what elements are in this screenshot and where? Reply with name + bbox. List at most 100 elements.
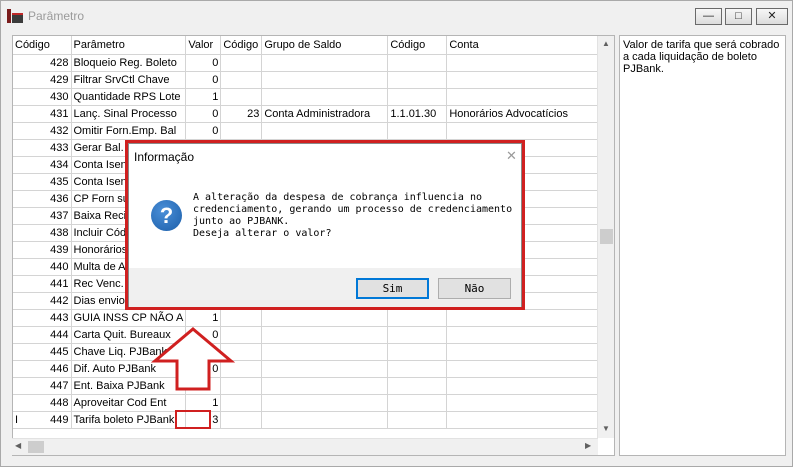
table-cell[interactable]: Conta Administradora — [261, 105, 389, 123]
table-cell[interactable] — [220, 71, 263, 89]
table-cell[interactable]: 443 — [13, 309, 72, 327]
scroll-left-icon[interactable]: ◀ — [15, 441, 21, 450]
table-cell[interactable] — [220, 309, 263, 327]
table-cell[interactable]: 446 — [13, 360, 72, 378]
table-row[interactable]: 428 Bloqueio Reg. Boleto 0 — [13, 54, 608, 72]
scroll-up-icon[interactable]: ▲ — [602, 39, 610, 48]
table-cell[interactable] — [446, 377, 608, 395]
minimize-button[interactable]: — — [695, 8, 722, 25]
table-row[interactable]: 432 Omitir Forn.Emp. Bal 0 — [13, 122, 608, 140]
table-cell[interactable]: 23 — [220, 105, 263, 123]
table-cell[interactable]: Honorários Advocatícios — [446, 105, 608, 123]
table-row[interactable]: 443 GUIA INSS CP NÃO A1 — [13, 309, 608, 327]
table-cell[interactable]: 429 — [13, 71, 72, 89]
table-cell[interactable] — [387, 54, 448, 72]
table-cell[interactable] — [446, 394, 608, 412]
dialog-close-icon[interactable]: ✕ — [506, 148, 517, 164]
table-cell[interactable]: 447 — [13, 377, 72, 395]
table-row[interactable]: 447 Ent. Baixa PJBank — [13, 377, 608, 395]
table-cell[interactable] — [446, 326, 608, 344]
table-cell[interactable]: 435 — [13, 173, 72, 191]
table-row[interactable]: 444 Carta Quit. Bureaux 0 — [13, 326, 608, 344]
table-cell[interactable] — [261, 88, 389, 106]
table-row[interactable]: 430 Quantidade RPS Lote 1 — [13, 88, 608, 106]
column-header-conta[interactable]: Conta — [446, 36, 608, 55]
table-cell[interactable]: 449 — [13, 411, 72, 429]
table-cell[interactable]: GUIA INSS CP NÃO A — [71, 309, 187, 327]
table-cell[interactable] — [387, 309, 448, 327]
table-cell[interactable]: 448 — [13, 394, 72, 412]
table-cell[interactable] — [261, 54, 389, 72]
table-cell[interactable]: 437 — [13, 207, 72, 225]
table-cell[interactable] — [387, 71, 448, 89]
column-header-valor[interactable]: Valor — [185, 36, 222, 55]
close-button[interactable]: ✕ — [756, 8, 788, 25]
column-header-codigo-conta[interactable]: Código — [387, 36, 448, 55]
scroll-down-icon[interactable]: ▼ — [602, 424, 610, 433]
table-cell[interactable]: Tarifa boleto PJBank — [71, 411, 187, 429]
table-cell[interactable]: 440 — [13, 258, 72, 276]
table-cell[interactable]: 431 — [13, 105, 72, 123]
table-row[interactable]: 431 Lanç. Sinal Processo 0 23 Conta Administ… — [13, 105, 608, 123]
table-cell[interactable] — [261, 326, 389, 344]
table-cell[interactable] — [220, 54, 263, 72]
column-header-parametro[interactable]: Parâmetro — [71, 36, 187, 55]
table-cell[interactable] — [387, 377, 448, 395]
table-cell[interactable]: 441 — [13, 275, 72, 293]
table-cell[interactable]: 0 — [185, 122, 222, 140]
table-cell[interactable] — [387, 326, 448, 344]
table-cell[interactable]: 430 — [13, 88, 72, 106]
table-row[interactable]: 446 Dif. Auto PJBank 0 — [13, 360, 608, 378]
table-cell[interactable]: 428 — [13, 54, 72, 72]
vertical-scroll-thumb[interactable] — [600, 229, 613, 244]
table-cell[interactable] — [387, 122, 448, 140]
table-cell[interactable]: 432 — [13, 122, 72, 140]
table-cell[interactable]: 438 — [13, 224, 72, 242]
table-cell[interactable] — [387, 360, 448, 378]
no-button[interactable]: Não — [438, 278, 511, 299]
table-cell[interactable]: 0 — [185, 54, 222, 72]
horizontal-scrollbar[interactable]: ◀ ▶ — [12, 438, 598, 455]
table-cell[interactable]: Omitir Forn.Emp. Bal — [71, 122, 187, 140]
column-header-grupo-saldo[interactable]: Grupo de Saldo — [261, 36, 389, 55]
vertical-scrollbar[interactable]: ▲ ▼ — [597, 36, 614, 438]
table-cell[interactable]: 445 — [13, 343, 72, 361]
table-cell[interactable] — [446, 54, 608, 72]
column-header-codigo[interactable]: Código — [13, 36, 72, 55]
table-cell[interactable]: Lanç. Sinal Processo — [71, 105, 187, 123]
table-row[interactable]: 448 Aproveitar Cod Ent 1 — [13, 394, 608, 412]
table-cell[interactable] — [261, 394, 389, 412]
table-cell[interactable]: Filtrar SrvCtl Chave — [71, 71, 187, 89]
table-cell[interactable]: Bloqueio Reg. Boleto — [71, 54, 187, 72]
table-cell[interactable]: 436 — [13, 190, 72, 208]
table-cell[interactable] — [220, 88, 263, 106]
table-cell[interactable]: Aproveitar Cod Ent — [71, 394, 187, 412]
table-cell[interactable]: 0 — [185, 105, 222, 123]
table-cell[interactable] — [387, 343, 448, 361]
table-cell[interactable] — [446, 411, 608, 429]
table-cell[interactable] — [261, 343, 389, 361]
column-header-codigo-grupo[interactable]: Código — [220, 36, 263, 55]
table-cell[interactable]: 433 — [13, 139, 72, 157]
table-row[interactable]: 449 Tarifa boleto PJBank 3 — [13, 411, 608, 429]
table-cell[interactable] — [446, 71, 608, 89]
table-cell[interactable] — [261, 122, 389, 140]
table-cell[interactable] — [261, 309, 389, 327]
scroll-right-icon[interactable]: ▶ — [585, 441, 591, 450]
table-cell[interactable] — [446, 360, 608, 378]
table-cell[interactable] — [261, 360, 389, 378]
table-row[interactable]: 445 Chave Liq. PJBank — [13, 343, 608, 361]
table-cell[interactable] — [261, 411, 389, 429]
table-cell[interactable] — [446, 343, 608, 361]
table-cell[interactable] — [446, 88, 608, 106]
maximize-button[interactable]: □ — [725, 8, 752, 25]
table-cell[interactable]: 444 — [13, 326, 72, 344]
table-cell[interactable]: 442 — [13, 292, 72, 310]
table-cell[interactable] — [387, 394, 448, 412]
table-cell[interactable]: 1 — [185, 88, 222, 106]
table-cell[interactable]: 1 — [185, 394, 222, 412]
table-cell[interactable]: 434 — [13, 156, 72, 174]
table-cell[interactable] — [220, 122, 263, 140]
table-cell[interactable] — [261, 71, 389, 89]
table-cell[interactable] — [220, 411, 263, 429]
